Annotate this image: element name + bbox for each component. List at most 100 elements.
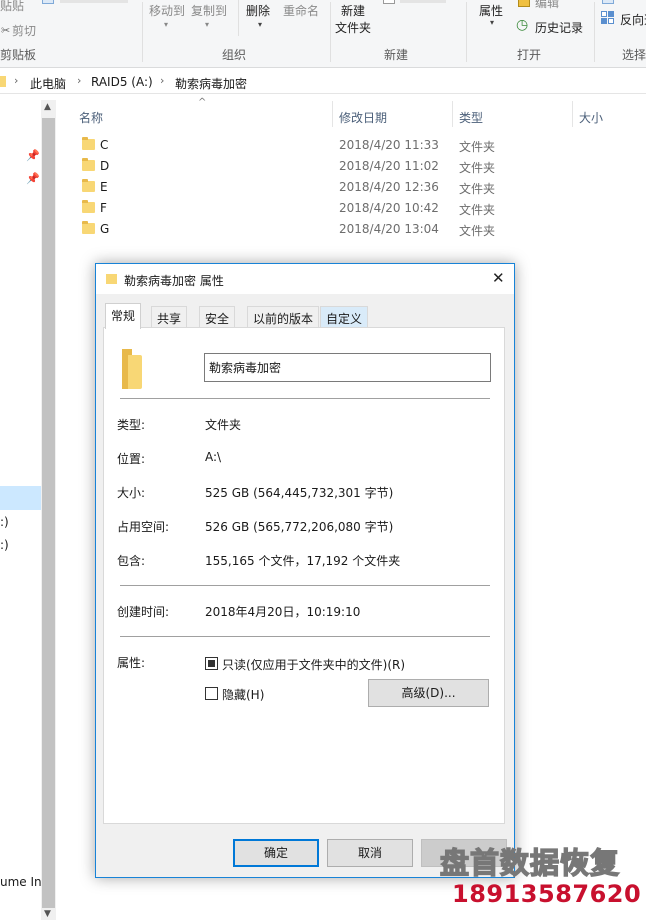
cancel-button[interactable]: 取消	[327, 839, 413, 867]
tab-security[interactable]: 安全	[199, 306, 236, 328]
tab-previous-versions[interactable]: 以前的版本	[247, 306, 320, 328]
file-name: E	[100, 180, 108, 194]
size-on-disk-value: 526 GB (565,772,206,080 字节)	[205, 520, 394, 534]
paste-button[interactable]: 贴贴	[0, 0, 24, 14]
hidden-label[interactable]: 隐藏(H)	[222, 686, 264, 703]
group-organize-label: 组织	[222, 48, 247, 62]
size-value: 525 GB (564,445,732,301 字节)	[205, 486, 394, 500]
copy-to-button[interactable]: 复制到	[191, 2, 227, 19]
file-row[interactable]: E 2018/4/20 12:36 文件夹	[76, 177, 636, 198]
file-name: F	[100, 201, 107, 215]
breadcrumb-current-folder[interactable]: 勒索病毒加密	[175, 75, 247, 92]
folder-icon	[82, 158, 95, 171]
column-header-date[interactable]: 修改日期	[339, 109, 387, 126]
select-all-icon	[602, 0, 614, 4]
edit-button[interactable]: 编辑	[535, 0, 559, 11]
file-date: 2018/4/20 11:33	[339, 138, 439, 152]
cut-button[interactable]: 剪切	[12, 22, 36, 39]
scroll-down-icon[interactable]: ▼	[44, 909, 51, 919]
scroll-up-icon[interactable]: ▲	[44, 102, 51, 112]
location-value: A:\	[205, 450, 222, 464]
properties-button[interactable]: 属性	[479, 2, 503, 19]
breadcrumb-chevron-icon[interactable]: ›	[160, 74, 164, 87]
sort-ascending-icon: ^	[198, 97, 207, 108]
ok-button[interactable]: 确定	[233, 839, 319, 867]
type-value: 文件夹	[205, 418, 242, 432]
advanced-button[interactable]: 高级(D)...	[368, 679, 489, 707]
watermark-phone: 18913587620	[452, 880, 642, 908]
close-icon[interactable]: ✕	[492, 269, 505, 287]
chevron-down-icon: ▾	[205, 20, 210, 29]
divider	[120, 398, 490, 399]
hidden-checkbox[interactable]	[205, 687, 218, 700]
folder-icon	[82, 200, 95, 213]
nav-selected-item[interactable]	[0, 486, 41, 510]
breadcrumb-drive[interactable]: RAID5 (A:)	[91, 75, 153, 89]
column-header-name[interactable]: 名称	[79, 109, 103, 126]
file-date: 2018/4/20 10:42	[339, 201, 439, 215]
move-to-button[interactable]: 移动到	[149, 2, 185, 19]
new-folder-button[interactable]: 新建	[341, 2, 365, 19]
tab-customize[interactable]: 自定义	[320, 306, 369, 328]
file-date: 2018/4/20 12:36	[339, 180, 439, 194]
file-row[interactable]: F 2018/4/20 10:42 文件夹	[76, 198, 636, 219]
ribbon: 贴贴 ✂ 剪切 剪贴板 移动到 ▾ 复制到 ▾ 删除 ▾ 重命名 组织 新建 文…	[0, 0, 646, 68]
folder-name-input[interactable]: 勒索病毒加密	[204, 353, 491, 382]
group-clipboard-label: 剪贴板	[0, 48, 37, 62]
location-label: 位置:	[117, 452, 146, 466]
breadcrumb-chevron-icon[interactable]: ›	[14, 74, 18, 87]
file-date: 2018/4/20 13:04	[339, 222, 439, 236]
size-label: 大小:	[117, 486, 146, 500]
column-header-size[interactable]: 大小	[579, 109, 603, 126]
file-type: 文件夹	[459, 203, 496, 217]
folder-icon	[0, 76, 6, 87]
invert-selection-button[interactable]: 反向选	[620, 11, 646, 28]
file-date: 2018/4/20 11:02	[339, 159, 439, 173]
file-name: G	[100, 222, 110, 236]
column-divider[interactable]	[332, 101, 333, 127]
file-name: C	[100, 138, 109, 152]
file-type: 文件夹	[459, 182, 496, 196]
type-label: 类型:	[117, 418, 146, 432]
breadcrumb-this-pc[interactable]: 此电脑	[30, 75, 66, 92]
edit-icon	[518, 0, 530, 7]
file-row[interactable]: G 2018/4/20 13:04 文件夹	[76, 219, 636, 240]
tab-general[interactable]: 常规	[105, 303, 142, 329]
chevron-down-icon: ▾	[490, 18, 495, 27]
divider	[120, 636, 490, 637]
tab-sharing[interactable]: 共享	[151, 306, 188, 328]
nav-item[interactable]: ume In	[0, 875, 42, 889]
readonly-label[interactable]: 只读(仅应用于文件夹中的文件)(R)	[222, 656, 405, 673]
group-open-label: 打开	[517, 48, 542, 62]
column-divider[interactable]	[572, 101, 573, 127]
new-folder-button-line2: 文件夹	[335, 21, 372, 35]
file-row[interactable]: D 2018/4/20 11:02 文件夹	[76, 156, 636, 177]
history-button[interactable]: 历史记录	[535, 19, 583, 36]
nav-scrollbar-thumb[interactable]	[42, 118, 55, 908]
file-type: 文件夹	[459, 140, 496, 154]
group-select-label: 选择	[622, 48, 646, 62]
breadcrumb-chevron-icon[interactable]: ›	[77, 74, 81, 87]
history-icon: ◷	[516, 17, 529, 33]
nav-item[interactable]: :)	[0, 515, 9, 529]
rename-button[interactable]: 重命名	[283, 2, 319, 19]
nav-item[interactable]: :)	[0, 538, 9, 552]
column-header-type[interactable]: 类型	[459, 109, 483, 126]
address-bar[interactable]: › 此电脑 › RAID5 (A:) › 勒索病毒加密	[0, 70, 646, 94]
file-row[interactable]: C 2018/4/20 11:33 文件夹	[76, 135, 636, 156]
properties-dialog: 勒索病毒加密 属性 ✕ 常规 共享 安全 以前的版本 自定义 勒索病毒加密 类型…	[95, 263, 515, 878]
chevron-down-icon: ▾	[164, 20, 169, 29]
dialog-title: 勒索病毒加密 属性	[124, 274, 224, 288]
readonly-checkbox[interactable]	[205, 657, 218, 670]
attributes-label: 属性:	[117, 656, 146, 670]
file-type: 文件夹	[459, 161, 496, 175]
dialog-title-bar[interactable]: 勒索病毒加密 属性 ✕	[96, 264, 514, 294]
divider	[120, 585, 490, 586]
folder-large-icon-front	[128, 355, 142, 389]
folder-icon	[82, 221, 95, 234]
clipped-ribbon-label	[60, 0, 128, 3]
column-divider[interactable]	[452, 101, 453, 127]
contains-value: 155,165 个文件，17,192 个文件夹	[205, 554, 401, 568]
invert-selection-icon	[601, 11, 615, 25]
delete-button[interactable]: 删除	[246, 2, 270, 19]
